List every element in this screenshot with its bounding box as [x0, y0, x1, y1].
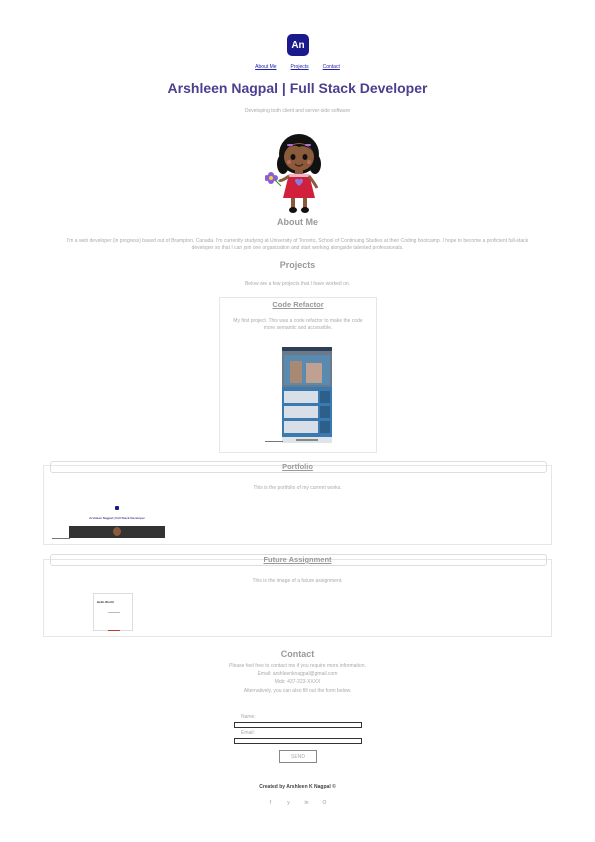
avatar-illustration [265, 134, 321, 213]
about-text-line2: developer so that I can join one organiz… [191, 245, 404, 251]
github-icon[interactable]: O [322, 800, 327, 806]
about-text-line1: I'm a web developer (in progress) based … [66, 238, 529, 244]
logo[interactable]: An [287, 34, 309, 56]
thumb-accent [108, 630, 120, 631]
project-title[interactable]: Code Refactor [220, 300, 376, 309]
project-title[interactable]: Portfolio [44, 462, 551, 471]
nav-about-link[interactable]: About Me [255, 64, 276, 70]
link-underline [265, 441, 283, 442]
thumb-title: Hello World [97, 600, 114, 604]
send-button[interactable]: SEND [279, 750, 317, 763]
project-title[interactable]: Future Assignment [44, 555, 551, 564]
thumb-avatar [113, 527, 121, 536]
project-desc-line1: This is the portfolio of my current work… [253, 485, 342, 491]
nav-contact-link[interactable]: Contact [323, 64, 340, 70]
contact-line1: Please feel free to contact me if you re… [229, 663, 366, 669]
main-nav: About Me Projects Contact [0, 64, 595, 70]
footer-credit: Created by Arshleen K Nagpal © [259, 784, 336, 790]
link-underline [52, 538, 70, 539]
thumb-line [108, 612, 120, 613]
linkedin-icon[interactable]: in [304, 800, 309, 806]
social-links: f y in O [0, 800, 595, 806]
contact-heading: Contact [280, 649, 315, 659]
name-input[interactable] [234, 722, 362, 728]
project-card-portfolio: Portfolio This is the portfolio of my cu… [43, 461, 552, 545]
thumb-logo [115, 506, 119, 510]
contact-email: Email: arshleenknagpal@gmail.com [257, 671, 338, 677]
facebook-icon[interactable]: f [268, 800, 273, 806]
name-label: Name: [241, 714, 256, 720]
email-input[interactable] [234, 738, 362, 744]
project-desc-line2: more semantic and accessible. [263, 325, 333, 331]
twitter-icon[interactable]: y [286, 800, 291, 806]
page-subtitle: Developing both client and server-side s… [244, 108, 351, 114]
project-card-code-refactor: Code Refactor My first project. This was… [219, 297, 377, 453]
project-desc-line1: This is the image of a future assignment… [252, 578, 343, 584]
project-desc-line1: My first project. This was a code refact… [233, 318, 363, 324]
contact-mobile: Mob: 437-223-XXXX [274, 679, 321, 685]
projects-heading: Projects [279, 260, 316, 270]
project-screenshot[interactable]: Arshleen Nagpal | Full Stack Developer [69, 504, 165, 538]
email-label: Email: [241, 730, 255, 736]
projects-intro: Below are a few projects that I have wor… [244, 281, 351, 287]
about-heading: About Me [277, 217, 318, 227]
project-card-future-assignment: Future Assignment This is the image of a… [43, 554, 552, 637]
project-screenshot[interactable] [282, 347, 332, 443]
thumb-title: Arshleen Nagpal | Full Stack Developer [89, 516, 145, 520]
nav-projects-link[interactable]: Projects [291, 64, 309, 70]
page-title: Arshleen Nagpal | Full Stack Developer [167, 80, 428, 96]
project-screenshot[interactable]: Hello World [93, 593, 133, 631]
contact-line4: Alternatively, you can also fill out the… [243, 688, 352, 694]
